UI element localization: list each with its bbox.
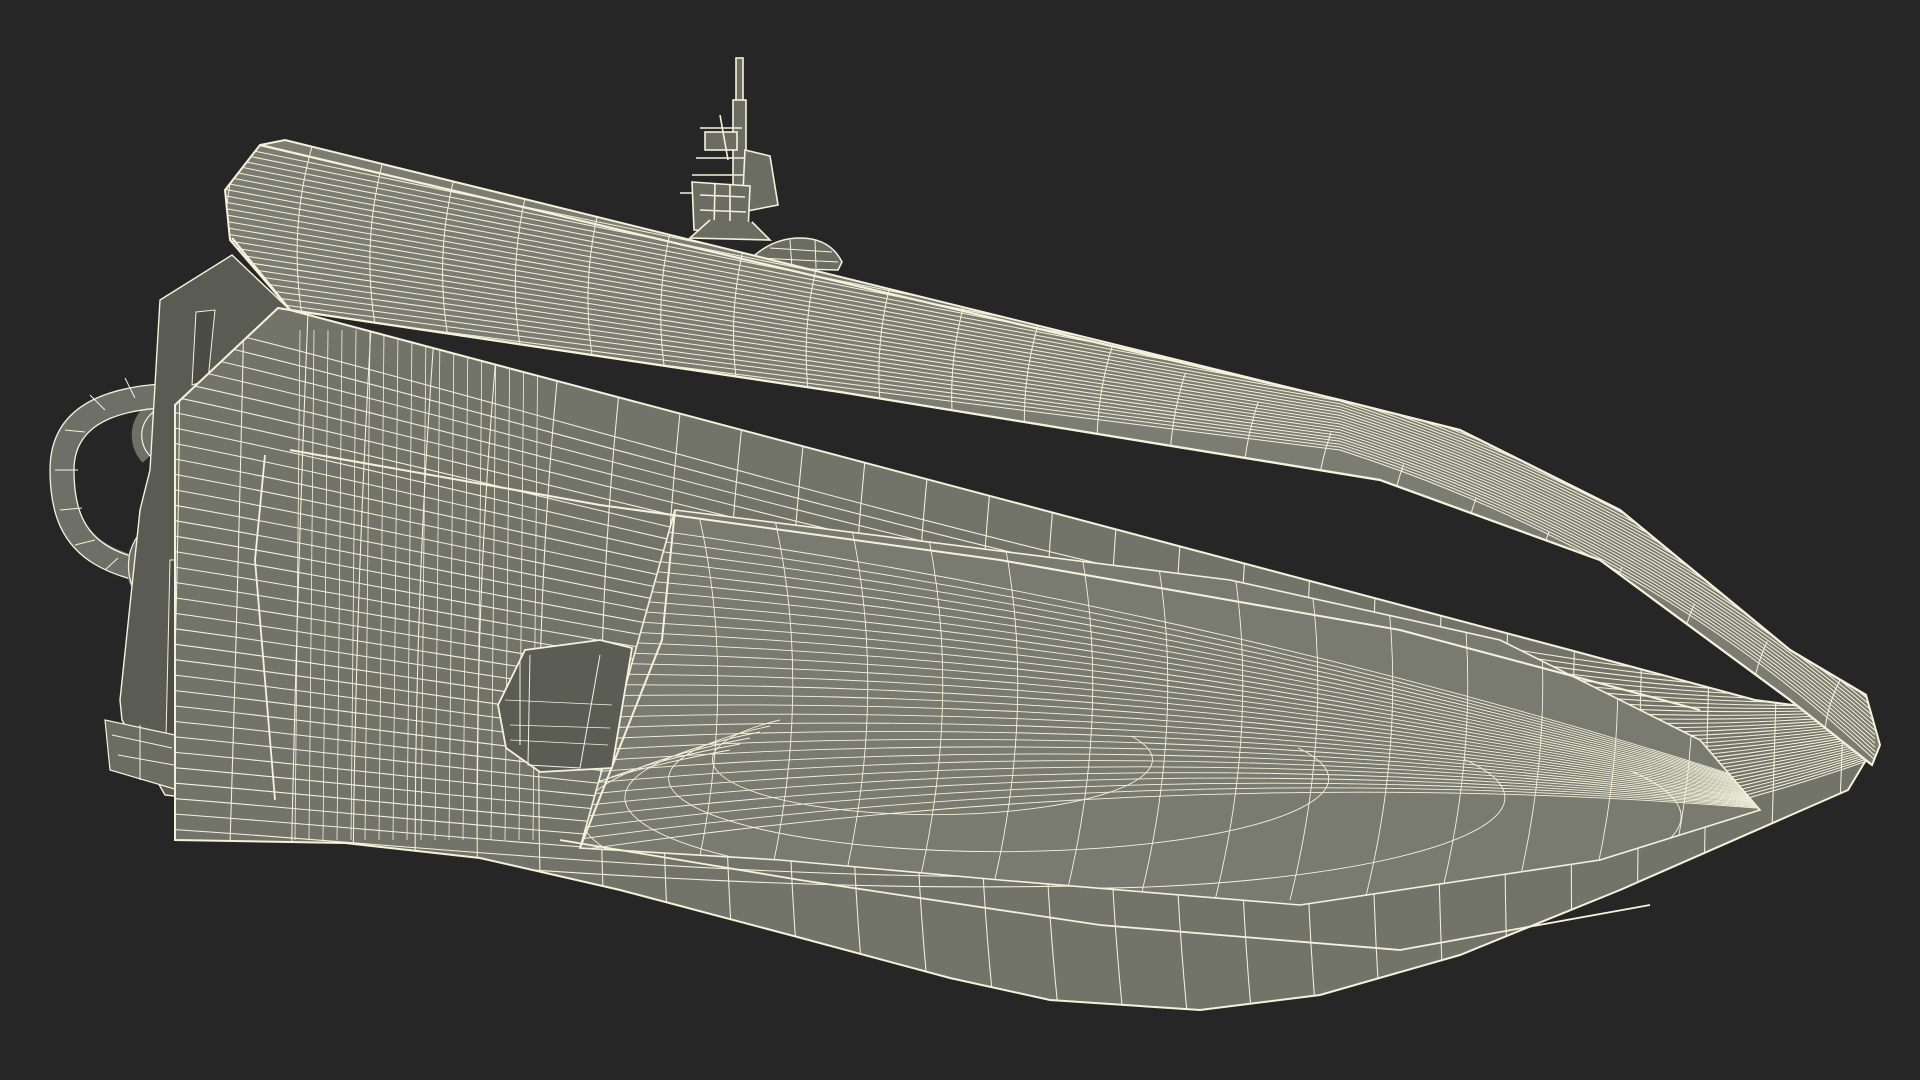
mesh-edge [1460,497,1477,632]
mesh-edge [1700,308,1723,1010]
mesh-edge [1829,308,1851,1010]
render-viewport [0,0,1920,1080]
mast-antenna [680,57,779,241]
mesh-edge [1636,308,1658,1010]
boat-wireframe-render [49,57,1882,1012]
